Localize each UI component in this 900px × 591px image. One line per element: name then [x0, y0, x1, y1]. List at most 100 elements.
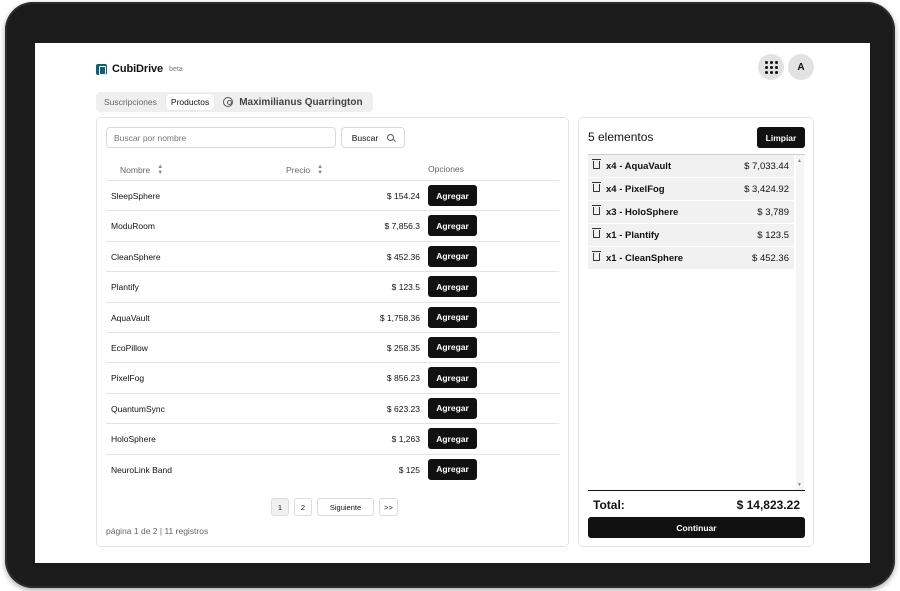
product-price: $ 125 — [398, 464, 420, 475]
add-button[interactable]: Agregar — [428, 336, 477, 358]
cart-item: x1 - Plantify $ 123.5 — [588, 224, 794, 247]
beta-badge: beta — [169, 65, 183, 73]
add-button[interactable]: Agregar — [428, 428, 477, 450]
add-button[interactable]: Agregar — [428, 367, 477, 389]
product-price: $ 1,758.36 — [379, 312, 420, 323]
avatar[interactable]: A — [788, 54, 814, 80]
total-label: Total: — [593, 498, 625, 512]
cart-item: x4 - AquaVault $ 7,033.44 — [588, 155, 794, 178]
product-price: $ 123.5 — [391, 282, 420, 293]
page-2-button[interactable]: 2 — [294, 498, 312, 516]
add-button[interactable]: Agregar — [428, 245, 477, 267]
scroll-down-icon[interactable]: ▼ — [797, 482, 802, 488]
product-name: HoloSphere — [111, 434, 156, 445]
add-button[interactable]: Agregar — [428, 215, 477, 237]
cart-panel: 5 elementos Limpiar x4 - AquaVault $ 7,0… — [578, 117, 814, 547]
product-name: EcoPillow — [111, 342, 148, 353]
table-row: NeuroLink Band $ 125 Agregar — [106, 455, 559, 485]
products-table-body: SleepSphere $ 154.24 Agregar ModuRoom $ … — [106, 181, 559, 485]
table-row: PixelFog $ 856.23 Agregar — [106, 363, 559, 394]
table-row: AquaVault $ 1,758.36 Agregar — [106, 303, 559, 333]
add-button[interactable]: Agregar — [428, 276, 477, 298]
cart-item: x4 - PixelFog $ 3,424.92 — [588, 178, 794, 201]
table-row: QuantumSync $ 623.23 Agregar — [106, 394, 559, 425]
product-price: $ 7,856.3 — [384, 221, 420, 232]
next-page-button[interactable]: Siguiente — [317, 498, 374, 516]
cart-item-price: $ 123.5 — [757, 230, 789, 241]
product-name: SleepSphere — [111, 191, 161, 201]
tablet-frame: CubiDrive beta A Suscripciones Productos… — [5, 2, 895, 588]
cart-item-label: x1 - CleanSphere — [606, 253, 684, 264]
table-header: Nombre ▲ ▼ Precio ▲ ▼ Opciones — [106, 158, 559, 181]
product-price: $ 258.35 — [386, 342, 420, 353]
product-name: CleanSphere — [111, 251, 161, 262]
product-price: $ 623.23 — [386, 403, 420, 414]
product-name: AquaVault — [111, 312, 150, 323]
product-name: NeuroLink Band — [111, 464, 172, 475]
cart-item-label: x1 - Plantify — [606, 230, 660, 241]
product-name: Plantify — [111, 282, 139, 293]
nav-tabs: Suscripciones Productos Maximilianus Qua… — [96, 92, 373, 112]
cart-item-label: x3 - HoloSphere — [606, 207, 679, 218]
pagination: 1 2 Siguiente >> — [271, 498, 398, 516]
trash-icon[interactable] — [592, 159, 601, 169]
last-page-button[interactable]: >> — [379, 498, 398, 516]
sort-icon: ▲ ▼ — [157, 164, 164, 176]
user-circle-icon — [223, 97, 234, 107]
trash-icon[interactable] — [592, 228, 601, 238]
add-button[interactable]: Agregar — [428, 185, 477, 206]
app-screen: CubiDrive beta A Suscripciones Productos… — [35, 43, 870, 563]
total-value: $ 14,823.22 — [736, 498, 800, 512]
search-input[interactable] — [106, 127, 336, 148]
continue-button[interactable]: Continuar — [588, 517, 805, 538]
customer-name: Maximilianus Quarrington — [239, 96, 363, 108]
column-header-precio[interactable]: Precio ▲ ▼ — [286, 164, 323, 176]
app-name: CubiDrive — [112, 63, 164, 75]
product-price: $ 452.36 — [386, 251, 420, 262]
table-row: ModuRoom $ 7,856.3 Agregar — [106, 211, 559, 242]
add-button[interactable]: Agregar — [428, 458, 477, 480]
product-name: ModuRoom — [111, 221, 155, 232]
apps-menu-button[interactable] — [758, 54, 784, 80]
scroll-up-icon[interactable]: ▲ — [797, 158, 802, 164]
add-button[interactable]: Agregar — [428, 397, 477, 419]
cart-item-price: $ 452.36 — [752, 253, 789, 264]
column-header-opciones: Opciones — [428, 164, 464, 174]
page-info: página 1 de 2 | 11 registros — [106, 526, 209, 536]
table-row: SleepSphere $ 154.24 Agregar — [106, 181, 559, 212]
trash-icon[interactable] — [592, 182, 601, 192]
grid-dots-icon — [764, 60, 778, 74]
cart-item-price: $ 3,789 — [757, 207, 789, 218]
cart-item: x3 - HoloSphere $ 3,789 — [588, 201, 794, 224]
products-panel: Buscar Nombre ▲▼ Precio ▲▼ Opciones Sl — [96, 117, 569, 547]
sort-icon: ▲ ▼ — [317, 164, 324, 176]
product-name: PixelFog — [111, 373, 145, 384]
search-button[interactable]: Buscar — [341, 127, 405, 148]
trash-icon[interactable] — [592, 251, 601, 261]
customer-selector[interactable]: Maximilianus Quarrington — [218, 97, 369, 108]
clear-cart-button[interactable]: Limpiar — [757, 127, 805, 148]
cart-item-price: $ 7,033.44 — [744, 161, 789, 172]
table-row: EcoPillow $ 258.35 Agregar — [106, 333, 559, 364]
product-name: QuantumSync — [111, 403, 165, 414]
brand[interactable]: CubiDrive beta — [96, 63, 183, 75]
product-price: $ 856.23 — [386, 373, 420, 384]
trash-icon[interactable] — [592, 205, 601, 215]
cart-list: x4 - AquaVault $ 7,033.44 x4 - PixelFog … — [588, 154, 805, 491]
cart-scrollbar[interactable]: ▲ ▼ — [796, 155, 804, 491]
tab-productos[interactable]: Productos — [165, 94, 215, 110]
table-row: HoloSphere $ 1,263 Agregar — [106, 424, 559, 455]
page-1-button[interactable]: 1 — [271, 498, 289, 516]
search-icon — [387, 134, 395, 141]
cart-item-label: x4 - AquaVault — [606, 161, 672, 172]
tab-suscripciones[interactable]: Suscripciones — [99, 94, 162, 110]
add-button[interactable]: Agregar — [428, 306, 477, 328]
column-header-nombre[interactable]: Nombre ▲ ▼ — [120, 164, 163, 176]
cart-item-price: $ 3,424.92 — [744, 184, 789, 195]
cart-item: x1 - CleanSphere $ 452.36 — [588, 247, 794, 270]
product-price: $ 1,263 — [391, 434, 420, 445]
table-row: CleanSphere $ 452.36 Agregar — [106, 242, 559, 273]
search-button-label: Buscar — [351, 132, 379, 143]
cart-count: 5 elementos — [588, 130, 654, 144]
product-price: $ 154.24 — [386, 191, 420, 201]
